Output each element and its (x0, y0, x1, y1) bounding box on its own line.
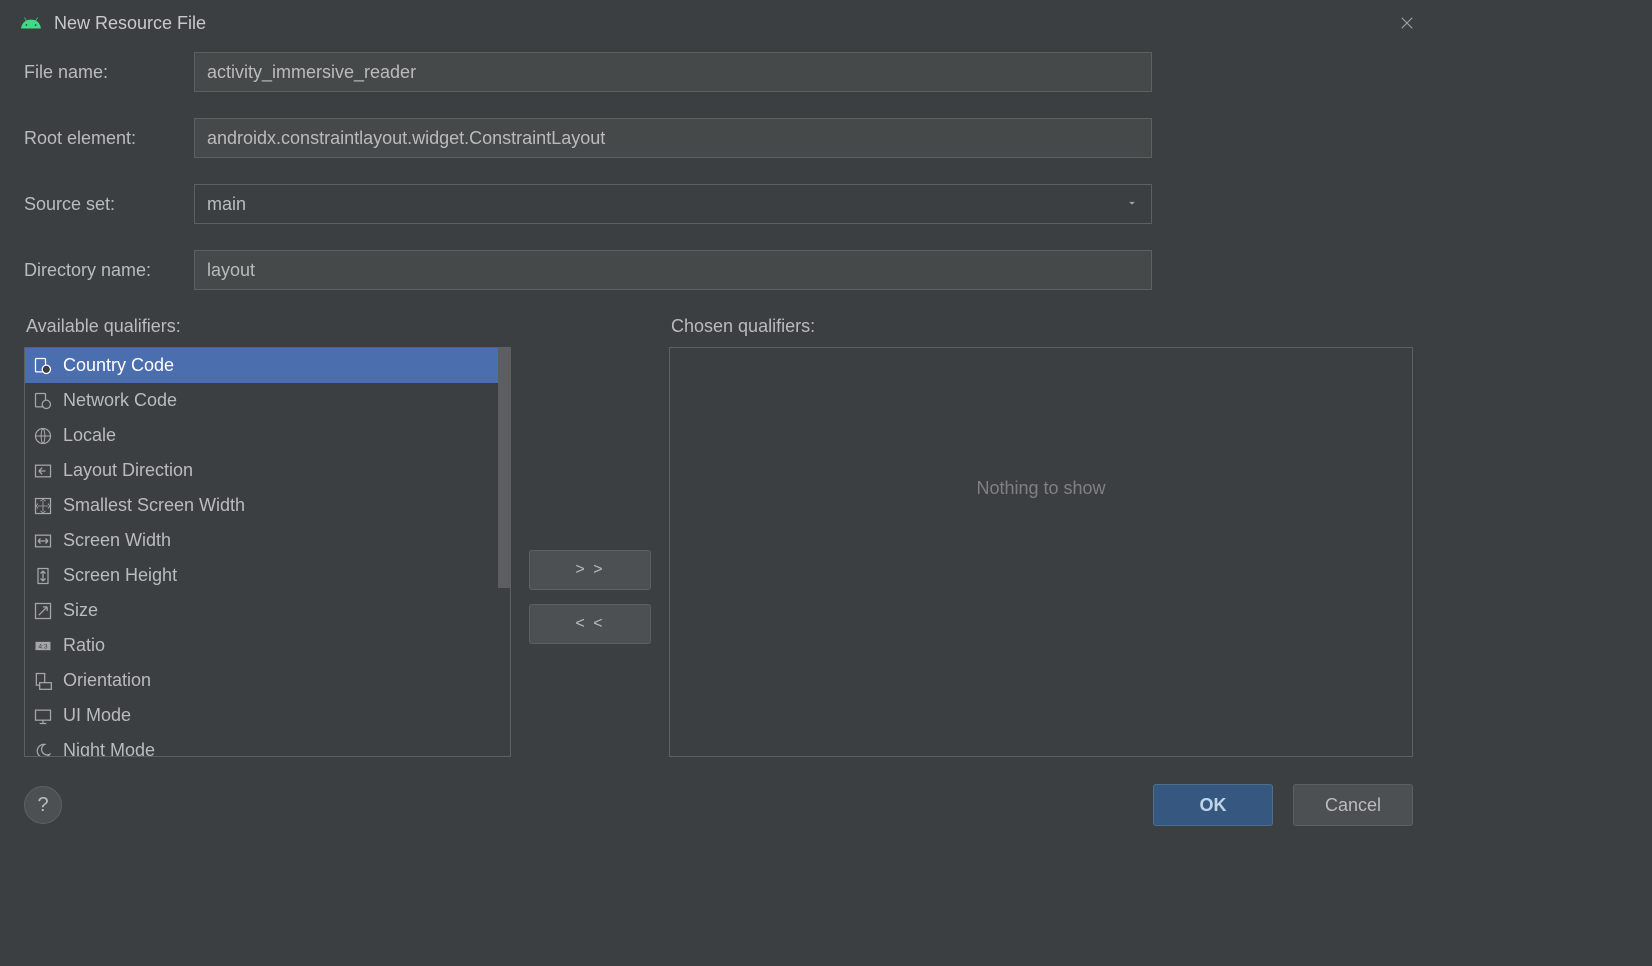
monitor-icon (33, 706, 53, 726)
qualifier-item[interactable]: Orientation (25, 663, 510, 698)
qualifier-item[interactable]: Night Mode (25, 733, 510, 756)
qualifiers-section: Available qualifiers: Country Code Networ… (0, 316, 1437, 757)
source-set-value: main (207, 194, 246, 215)
qualifier-item-label: Locale (63, 425, 116, 446)
chevron-down-icon (1125, 194, 1139, 215)
form-area: File name: Root element: Source set: mai… (0, 52, 1437, 290)
title-left: New Resource File (20, 12, 206, 34)
directory-name-input[interactable] (194, 250, 1152, 290)
dialog-footer: ? OK Cancel (24, 784, 1413, 826)
qualifier-item-label: Smallest Screen Width (63, 495, 245, 516)
qualifier-item[interactable]: Network Code (25, 383, 510, 418)
qualifier-item-label: Size (63, 600, 98, 621)
file-name-row: File name: (24, 52, 1413, 92)
qualifier-item[interactable]: Country Code (25, 348, 510, 383)
help-icon: ? (37, 794, 48, 817)
chosen-qualifiers-label: Chosen qualifiers: (669, 316, 1413, 337)
qualifier-item-label: UI Mode (63, 705, 131, 726)
qualifier-item[interactable]: Layout Direction (25, 453, 510, 488)
footer-buttons: OK Cancel (1153, 784, 1413, 826)
qualifier-item-label: Orientation (63, 670, 151, 691)
chosen-qualifiers-column: Chosen qualifiers: Nothing to show (669, 316, 1413, 757)
qualifier-item-label: Night Mode (63, 740, 155, 756)
directory-name-row: Directory name: (24, 250, 1413, 290)
diag-arrow-icon (33, 601, 53, 621)
root-element-row: Root element: (24, 118, 1413, 158)
source-set-row: Source set: main (24, 184, 1413, 224)
available-qualifiers-list[interactable]: Country Code Network Code Locale Layout Dir… (24, 347, 511, 757)
file-name-input[interactable] (194, 52, 1152, 92)
qualifier-item[interactable]: Screen Width (25, 523, 510, 558)
root-element-label: Root element: (24, 128, 194, 149)
qualifier-item[interactable]: 4:3 Ratio (25, 628, 510, 663)
available-qualifiers-column: Available qualifiers: Country Code Networ… (24, 316, 511, 757)
sim-globe-icon (33, 391, 53, 411)
android-icon (20, 12, 42, 34)
source-set-label: Source set: (24, 194, 194, 215)
arrow-v-icon (33, 566, 53, 586)
qualifier-item[interactable]: Smallest Screen Width (25, 488, 510, 523)
transfer-buttons: > > < < (529, 316, 651, 757)
close-button[interactable] (1397, 13, 1417, 33)
source-set-dropdown[interactable]: main (194, 184, 1152, 224)
qualifier-item-label: Country Code (63, 355, 174, 376)
chosen-qualifiers-list[interactable]: Nothing to show (669, 347, 1413, 757)
globe-icon (33, 426, 53, 446)
root-element-input[interactable] (194, 118, 1152, 158)
qualifier-item[interactable]: Screen Height (25, 558, 510, 593)
remove-qualifier-button[interactable]: < < (529, 604, 651, 644)
expand-arrows-icon (33, 496, 53, 516)
new-resource-dialog: New Resource File File name: Root elemen… (0, 0, 1437, 840)
ratio-icon: 4:3 (33, 636, 53, 656)
ok-button[interactable]: OK (1153, 784, 1273, 826)
title-bar: New Resource File (0, 0, 1437, 52)
dialog-title: New Resource File (54, 13, 206, 34)
qualifier-item[interactable]: Size (25, 593, 510, 628)
scrollbar[interactable] (498, 348, 510, 588)
directory-name-label: Directory name: (24, 260, 194, 281)
svg-text:4:3: 4:3 (38, 643, 48, 650)
qualifier-item-label: Layout Direction (63, 460, 193, 481)
sim-globe-icon (33, 356, 53, 376)
qualifier-item[interactable]: Locale (25, 418, 510, 453)
qualifier-item-label: Screen Height (63, 565, 177, 586)
qualifier-item-label: Ratio (63, 635, 105, 656)
qualifier-item-label: Screen Width (63, 530, 171, 551)
help-button[interactable]: ? (24, 786, 62, 824)
moon-icon (33, 741, 53, 757)
chosen-empty-text: Nothing to show (976, 478, 1105, 499)
arrow-h-icon (33, 531, 53, 551)
orientation-icon (33, 671, 53, 691)
add-qualifier-button[interactable]: > > (529, 550, 651, 590)
qualifier-item[interactable]: UI Mode (25, 698, 510, 733)
cancel-button[interactable]: Cancel (1293, 784, 1413, 826)
qualifier-item-label: Network Code (63, 390, 177, 411)
available-qualifiers-label: Available qualifiers: (24, 316, 511, 337)
arrow-left-box-icon (33, 461, 53, 481)
file-name-label: File name: (24, 62, 194, 83)
